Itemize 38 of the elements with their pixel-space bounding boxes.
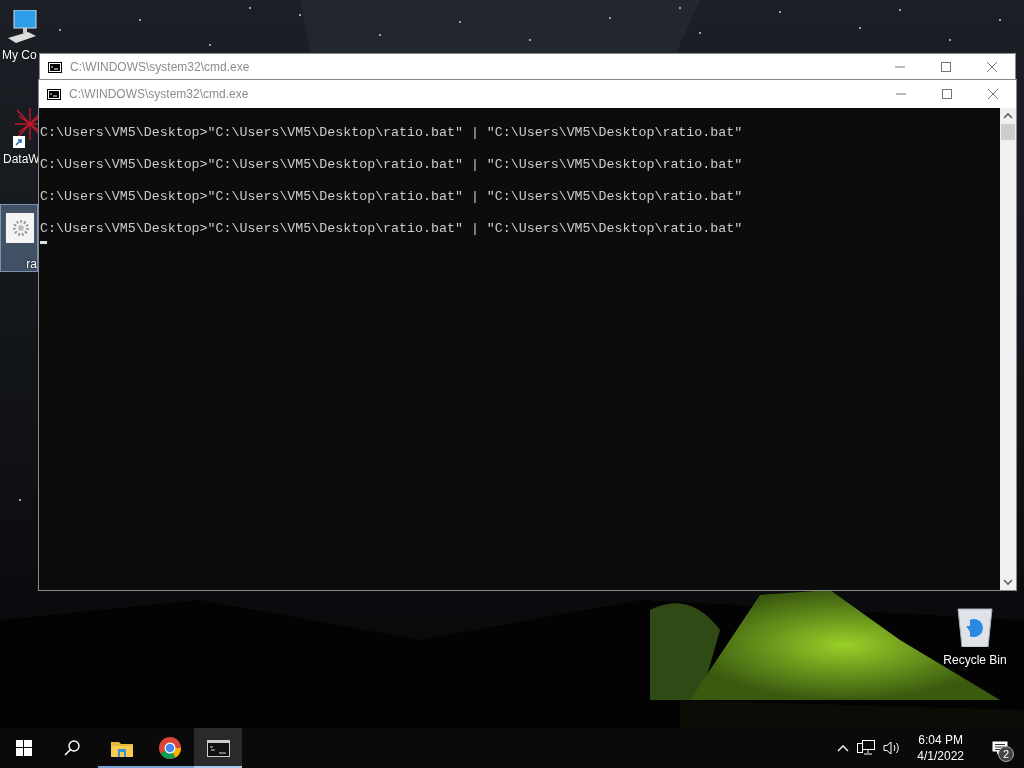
clock-date: 4/1/2022 [917,749,964,763]
console-icon [48,61,62,73]
desktop-icon[interactable]: ra [0,204,38,272]
clock-time: 6:04 PM [918,733,963,747]
folder-icon [111,739,133,757]
scroll-thumb[interactable] [1001,124,1015,140]
close-icon [988,89,998,99]
maximize-icon [942,89,952,99]
notification-count: 2 [998,746,1014,762]
window-title: C:\WINDOWS\system32\cmd.exe [70,60,251,74]
desktop-icon[interactable]: Recycle Bin [940,603,1010,667]
console-line: C:\Users\VM5\Desktop>"C:\Users\VM5\Desktop\ratio.bat" | "C:\Users\VM5\Desktop\ratio.bat" [40,189,744,205]
icon-label: My Co [2,48,37,62]
taskbar-button[interactable] [194,728,242,768]
window-title: C:\WINDOWS\system32\cmd.exe [69,87,250,101]
text-cursor [40,241,47,244]
close-icon [987,62,997,72]
desktop-icon[interactable]: DataW [0,108,40,166]
clock-button[interactable]: 6:04 PM 4/1/2022 [909,728,972,768]
maximize-icon [941,62,951,72]
browser-icon [159,737,181,759]
console-line: C:\Users\VM5\Desktop>"C:\Users\VM5\Desktop\ratio.bat" | "C:\Users\VM5\Desktop\ratio.bat" [40,221,744,237]
notifications-button[interactable]: 2 [976,728,1024,768]
terminal-icon [206,739,230,757]
icon-label: Recycle Bin [943,653,1007,667]
scrollbar[interactable] [1000,108,1016,590]
windows-logo-icon [16,740,32,756]
console-line: C:\Users\VM5\Desktop>"C:\Users\VM5\Desktop\ratio.bat" | "C:\Users\VM5\Desktop\ratio.bat" [40,125,744,141]
chevron-up-icon [837,744,850,752]
speaker-icon [883,740,902,756]
desktop-icon[interactable]: My Co [0,10,40,66]
network-icon [857,740,876,756]
gear-file-icon [3,213,37,243]
icon-label: ra [26,257,37,271]
search-icon [64,740,80,756]
console-icon [47,88,61,100]
console-line: C:\Users\VM5\Desktop>"C:\Users\VM5\Desktop\ratio.bat" | "C:\Users\VM5\Desktop\ratio.bat" [40,157,744,173]
icon-label: DataW [3,152,40,166]
